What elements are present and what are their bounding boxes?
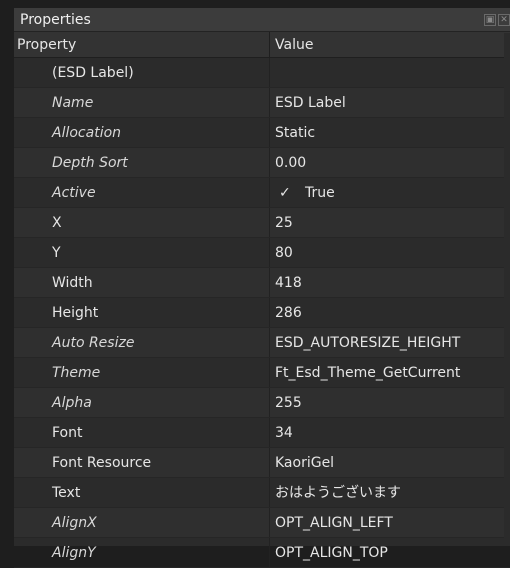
property-row[interactable]: AlignY OPT_ALIGN_TOP	[14, 538, 510, 568]
property-value[interactable]: KaoriGel	[270, 448, 510, 477]
property-row[interactable]: Height 286	[14, 298, 510, 328]
property-value[interactable]: ✓ True	[270, 178, 510, 207]
property-row[interactable]: X 25	[14, 208, 510, 238]
property-row[interactable]: Active ✓ True	[14, 178, 510, 208]
column-header-value[interactable]: Value	[270, 32, 510, 57]
property-name: AlignX	[14, 508, 270, 537]
property-value[interactable]: 34	[270, 418, 510, 447]
property-name: Name	[14, 88, 270, 117]
property-name: Depth Sort	[14, 148, 270, 177]
property-value[interactable]: 25	[270, 208, 510, 237]
property-row[interactable]: Text おはようございます	[14, 478, 510, 508]
property-row[interactable]: AlignX OPT_ALIGN_LEFT	[14, 508, 510, 538]
property-value-text: True	[305, 185, 335, 201]
property-name: AlignY	[14, 538, 270, 567]
property-row[interactable]: Name ESD Label	[14, 88, 510, 118]
panel-title: Properties	[20, 11, 91, 28]
property-name: Auto Resize	[14, 328, 270, 357]
property-name: Font	[14, 418, 270, 447]
property-name: Width	[14, 268, 270, 297]
property-row[interactable]: Width 418	[14, 268, 510, 298]
property-row[interactable]: Font 34	[14, 418, 510, 448]
property-value[interactable]: 255	[270, 388, 510, 417]
property-name: (ESD Label)	[14, 58, 270, 87]
property-name: Allocation	[14, 118, 270, 147]
property-name: Alpha	[14, 388, 270, 417]
property-value[interactable]	[270, 58, 510, 87]
property-value[interactable]: OPT_ALIGN_TOP	[270, 538, 510, 567]
property-name: Font Resource	[14, 448, 270, 477]
checkmark-icon[interactable]: ✓	[279, 178, 295, 207]
close-icon[interactable]: ✕	[498, 13, 510, 26]
property-row[interactable]: Allocation Static	[14, 118, 510, 148]
property-value[interactable]: ESD_AUTORESIZE_HEIGHT	[270, 328, 510, 357]
property-row[interactable]: Font Resource KaoriGel	[14, 448, 510, 478]
property-value[interactable]: OPT_ALIGN_LEFT	[270, 508, 510, 537]
property-name: Height	[14, 298, 270, 327]
property-value[interactable]: ESD Label	[270, 88, 510, 117]
property-name: Active	[14, 178, 270, 207]
vertical-scrollbar[interactable]	[504, 33, 510, 546]
property-value[interactable]: 286	[270, 298, 510, 327]
table-header: Property Value	[14, 32, 510, 58]
property-rows: (ESD Label) Name ESD Label Allocation Static…	[14, 58, 510, 568]
panel-titlebar: Properties ▣ ✕	[14, 8, 510, 32]
properties-panel: Properties ▣ ✕ Property Value (ESD Label…	[14, 8, 510, 568]
property-name: Text	[14, 478, 270, 507]
property-value[interactable]: 80	[270, 238, 510, 267]
property-row[interactable]: Auto Resize ESD_AUTORESIZE_HEIGHT	[14, 328, 510, 358]
property-row[interactable]: (ESD Label)	[14, 58, 510, 88]
property-row[interactable]: Depth Sort 0.00	[14, 148, 510, 178]
property-name: Y	[14, 238, 270, 267]
restore-icon[interactable]: ▣	[484, 13, 496, 26]
property-name: Theme	[14, 358, 270, 387]
property-row[interactable]: Y 80	[14, 238, 510, 268]
property-row[interactable]: Alpha 255	[14, 388, 510, 418]
column-header-property[interactable]: Property	[14, 32, 270, 57]
property-value[interactable]: 0.00	[270, 148, 510, 177]
property-value[interactable]: Static	[270, 118, 510, 147]
panel-window-buttons: ▣ ✕	[484, 13, 510, 26]
property-value[interactable]: おはようございます	[270, 478, 510, 507]
property-value[interactable]: 418	[270, 268, 510, 297]
property-value[interactable]: Ft_Esd_Theme_GetCurrent	[270, 358, 510, 387]
property-row[interactable]: Theme Ft_Esd_Theme_GetCurrent	[14, 358, 510, 388]
property-name: X	[14, 208, 270, 237]
